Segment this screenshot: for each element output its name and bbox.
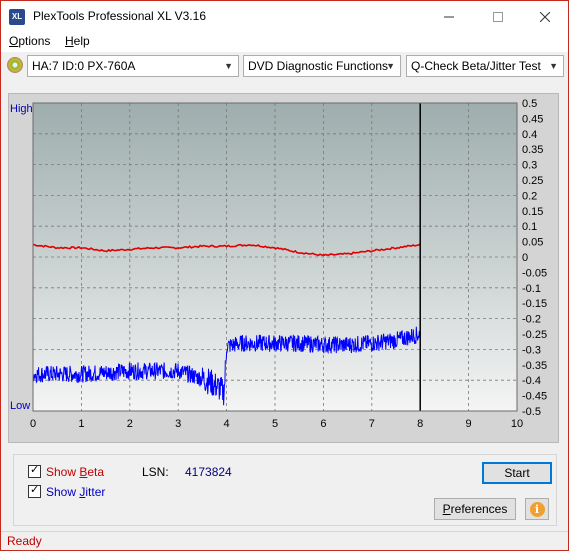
close-button[interactable]: [522, 1, 568, 32]
menu-help-label: elp: [73, 34, 90, 48]
y-tick-label: -0.15: [522, 298, 547, 310]
status-text: Ready: [7, 534, 42, 548]
x-tick-label: 7: [369, 418, 375, 430]
chart-area: High Low 0 1 2 3 4 5 6 7 8 9 10 0.5 0.45 0.4 0.35 0.3 0…: [8, 93, 559, 443]
y-tick-label: -0.05: [522, 267, 547, 279]
chevron-down-icon: ▼: [549, 61, 558, 71]
y-tick-label: 0.15: [522, 206, 543, 218]
y-tick-label: -0.1: [522, 283, 541, 295]
function-select-value: DVD Diagnostic Functions: [248, 59, 389, 73]
y-tick-label: -0.25: [522, 329, 547, 341]
lsn-label: LSN:: [142, 465, 169, 479]
y-tick-label: 0.1: [522, 221, 537, 233]
y-tick-label: 0.4: [522, 129, 537, 141]
menu-options[interactable]: Options: [9, 34, 50, 48]
menu-help-accel: H: [65, 34, 74, 48]
y-low-label: Low: [10, 400, 30, 412]
show-beta-label[interactable]: Show Beta: [46, 465, 104, 479]
maximize-button[interactable]: [475, 1, 521, 32]
x-tick-label: 2: [127, 418, 133, 430]
y-tick-label: 0.05: [522, 237, 543, 249]
x-tick-label: 3: [175, 418, 181, 430]
y-tick-label: 0.25: [522, 175, 543, 187]
show-beta-label-pre: Show: [46, 465, 80, 479]
function-select[interactable]: DVD Diagnostic Functions ▼: [243, 55, 401, 77]
disc-drive-icon: [7, 57, 23, 73]
app-logo-icon: XL: [9, 9, 25, 25]
preferences-label-rest: references: [450, 502, 508, 516]
menu-help[interactable]: Help: [65, 34, 90, 48]
preferences-accel: P: [442, 502, 451, 516]
test-select[interactable]: Q-Check Beta/Jitter Test ▼: [406, 55, 564, 77]
y-tick-label: 0.2: [522, 190, 537, 202]
x-tick-label: 0: [30, 418, 36, 430]
minimize-button[interactable]: [426, 1, 472, 32]
y-tick-label: 0.3: [522, 160, 537, 172]
info-button[interactable]: i: [525, 498, 549, 520]
x-tick-label: 6: [320, 418, 326, 430]
y-high-label: High: [10, 103, 33, 115]
lsn-value: 4173824: [185, 465, 232, 479]
y-tick-label: 0.5: [522, 98, 537, 110]
y-tick-label: -0.5: [522, 406, 541, 418]
chevron-down-icon: ▼: [386, 61, 395, 71]
title-bar: XL PlexTools Professional XL V3.16: [1, 1, 568, 32]
minimize-icon: [444, 16, 454, 17]
menu-bar: Options Help: [1, 32, 568, 52]
x-tick-label: 1: [78, 418, 84, 430]
y-tick-label: 0: [522, 252, 528, 264]
close-icon: [540, 11, 550, 22]
y-tick-label: -0.45: [522, 391, 547, 403]
show-jitter-label-rest: itter: [85, 485, 106, 499]
show-jitter-label[interactable]: Show Jitter: [46, 485, 105, 499]
drive-select-value: HA:7 ID:0 PX-760A: [32, 59, 136, 73]
preferences-button[interactable]: Preferences: [434, 498, 516, 520]
menu-options-label: ptions: [18, 34, 51, 48]
show-jitter-label-pre: Show: [46, 485, 80, 499]
y-tick-label: -0.35: [522, 360, 547, 372]
x-tick-label: 4: [224, 418, 230, 430]
maximize-icon: [493, 11, 503, 22]
y-tick-labels: 0.5 0.45 0.4 0.35 0.3 0.25 0.2 0.15 0.1 0.05 0 -0.0…: [522, 98, 547, 418]
menu-options-accel: O: [9, 34, 19, 48]
x-tick-label: 5: [272, 418, 278, 430]
y-tick-label: -0.2: [522, 314, 541, 326]
show-beta-label-rest: eta: [87, 465, 105, 479]
beta-jitter-chart: High Low 0 1 2 3 4 5 6 7 8 9 10 0.50.450.40.350.30…: [10, 98, 547, 430]
x-tick-label: 10: [511, 418, 523, 430]
start-button[interactable]: Start: [482, 462, 552, 484]
y-tick-label: -0.4: [522, 375, 541, 387]
chevron-down-icon: ▼: [224, 61, 233, 71]
show-beta-checkbox[interactable]: [28, 463, 41, 478]
test-select-value: Q-Check Beta/Jitter Test: [411, 59, 541, 73]
status-bar: Ready: [1, 531, 568, 550]
y-tick-label: 0.35: [522, 144, 543, 156]
drive-select[interactable]: HA:7 ID:0 PX-760A ▼: [27, 55, 239, 77]
x-tick-label: 9: [466, 418, 472, 430]
y-tick-label: 0.45: [522, 113, 543, 125]
app-window: XL PlexTools Professional XL V3.16 Optio…: [0, 0, 569, 551]
x-tick-label: 8: [417, 418, 423, 430]
info-icon: i: [529, 501, 545, 517]
control-panel: Show Beta Show Jitter LSN: 4173824 Start…: [13, 454, 557, 526]
y-tick-label: -0.3: [522, 344, 541, 356]
window-title: PlexTools Professional XL V3.16: [33, 9, 206, 23]
show-jitter-checkbox[interactable]: [28, 483, 41, 498]
x-tick-labels: 0 1 2 3 4 5 6 7 8 9 10: [30, 418, 523, 430]
